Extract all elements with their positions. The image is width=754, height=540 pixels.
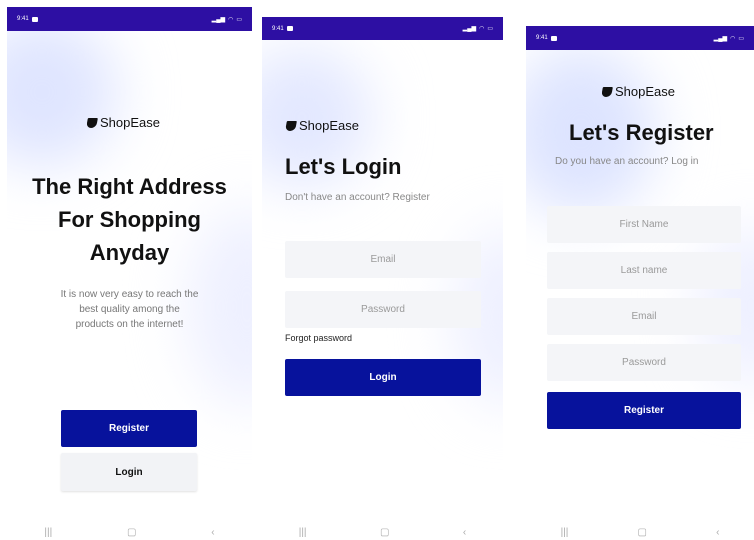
back-icon[interactable]: ‹ (211, 527, 214, 538)
login-prompt-link[interactable]: Do you have an account? Log in (555, 156, 698, 167)
wifi-icon: ◠ (228, 16, 234, 23)
system-nav-bar: ||| ▢ ‹ (7, 524, 252, 540)
signal-icon: ▂▄▆ (211, 16, 226, 23)
brand-name: ShopEase (299, 118, 359, 133)
status-time: 9:41 (536, 35, 548, 41)
back-icon[interactable]: ‹ (716, 527, 719, 538)
recent-apps-icon[interactable]: ||| (299, 527, 307, 538)
first-name-field[interactable] (547, 206, 741, 243)
register-button[interactable]: Register (547, 392, 741, 429)
notification-icon (550, 35, 557, 41)
email-field[interactable] (547, 298, 741, 335)
status-time: 9:41 (272, 25, 284, 32)
wifi-icon: ◠ (730, 35, 736, 42)
back-icon[interactable]: ‹ (463, 527, 466, 538)
battery-icon: ▭ (236, 16, 242, 23)
home-icon[interactable]: ▢ (637, 527, 646, 538)
home-icon[interactable]: ▢ (127, 527, 136, 538)
headline-line-2: For Shopping (58, 207, 201, 232)
brand-logo: ShopEase (601, 84, 675, 99)
system-nav-bar: ||| ▢ ‹ (526, 524, 754, 540)
login-button[interactable]: Login (285, 359, 481, 396)
status-bar: 9:41 ▂▄▆ ◠ ▭ (7, 7, 252, 31)
status-bar: 9:41 ▂▄▆ ◠ ▭ (262, 17, 503, 40)
brand-name: ShopEase (100, 115, 160, 130)
brand-logo: ShopEase (285, 118, 359, 133)
register-prompt-link[interactable]: Don't have an account? Register (285, 192, 430, 203)
brand-name: ShopEase (615, 84, 675, 99)
recent-apps-icon[interactable]: ||| (44, 527, 52, 538)
welcome-screen: 9:41 ▂▄▆ ◠ ▭ ShopEase The Right Address Fo… (7, 7, 252, 540)
welcome-subtext-line-1: It is now very easy to reach the (60, 289, 199, 300)
signal-icon: ▂▄▆ (713, 35, 728, 42)
notification-icon (286, 26, 293, 31)
password-field[interactable] (285, 291, 481, 328)
brand-logo: ShopEase (86, 115, 160, 130)
register-screen: 9:41 ▂▄▆ ◠ ▭ ShopEase Let's Register Do yo… (526, 26, 754, 540)
welcome-subtext-line-2: best quality among the (79, 304, 180, 315)
recent-apps-icon[interactable]: ||| (561, 527, 569, 538)
forgot-password-link[interactable]: Forgot password (285, 333, 352, 343)
headline-line-1: The Right Address (32, 174, 227, 199)
home-icon[interactable]: ▢ (380, 527, 389, 538)
register-button[interactable]: Register (61, 410, 197, 447)
password-field[interactable] (547, 344, 741, 381)
battery-icon: ▭ (738, 35, 744, 42)
signal-icon: ▂▄▆ (462, 26, 477, 32)
welcome-subtext-line-3: products on the internet! (75, 319, 184, 330)
page-title: Let's Login (285, 154, 402, 179)
wifi-icon: ◠ (479, 26, 485, 32)
bag-icon (285, 120, 297, 131)
last-name-field[interactable] (547, 252, 741, 289)
bag-icon (601, 86, 613, 97)
headline-line-3: Anyday (89, 240, 170, 265)
battery-icon: ▭ (487, 26, 493, 32)
status-bar: 9:41 ▂▄▆ ◠ ▭ (526, 26, 754, 50)
bag-icon (86, 117, 98, 128)
notification-icon (31, 16, 38, 22)
system-nav-bar: ||| ▢ ‹ (262, 524, 503, 540)
status-time: 9:41 (17, 16, 29, 22)
email-field[interactable] (285, 241, 481, 278)
login-button[interactable]: Login (61, 453, 197, 491)
login-screen: 9:41 ▂▄▆ ◠ ▭ ShopEase Let's Login Don't ha… (262, 17, 503, 540)
page-title: Let's Register (569, 120, 714, 145)
